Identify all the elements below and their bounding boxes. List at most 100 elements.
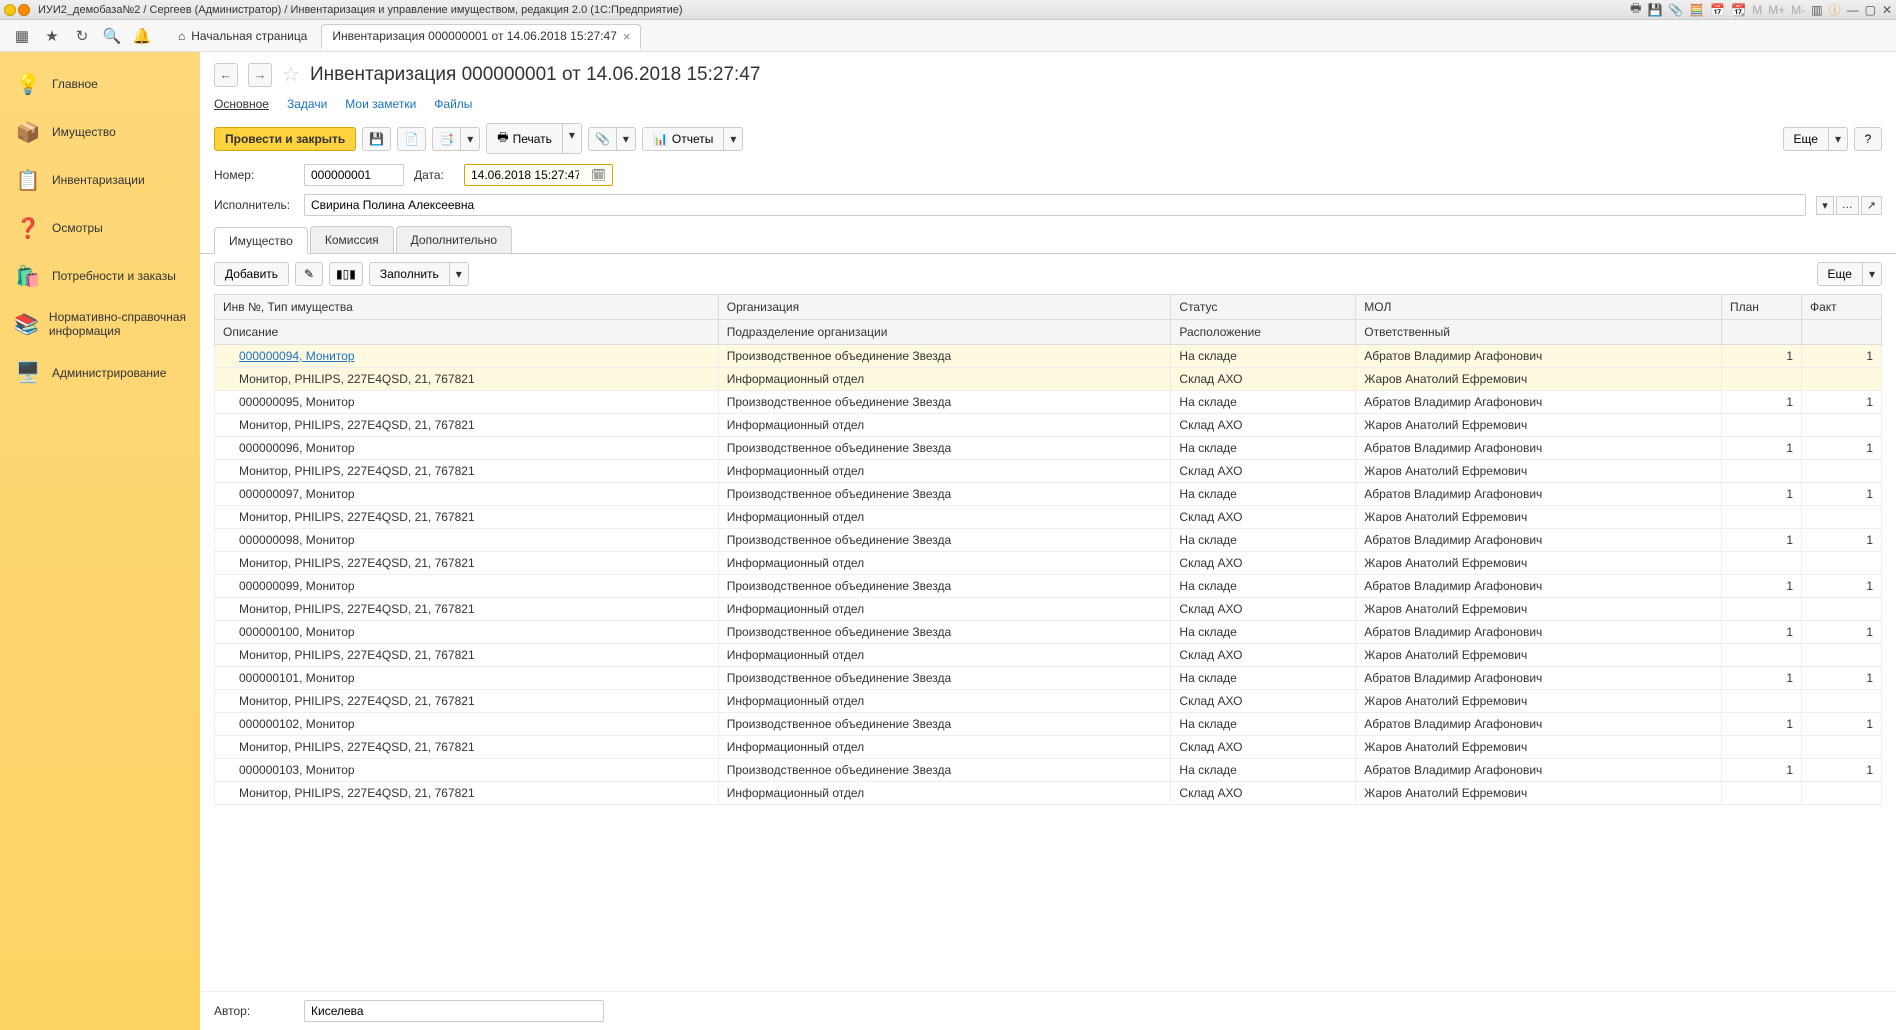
table-row[interactable]: 000000097, МониторПроизводственное объед… (215, 483, 1882, 506)
executor-input[interactable] (304, 194, 1806, 216)
ellipsis-icon[interactable]: … (1836, 196, 1859, 215)
close-window-icon[interactable]: ✕ (1882, 3, 1892, 17)
mode-mplus-icon[interactable]: M+ (1768, 3, 1785, 17)
attach-caret[interactable]: ▾ (616, 127, 636, 151)
tab-document[interactable]: Инвентаризация 000000001 от 14.06.2018 1… (321, 24, 641, 49)
content-tab-commission[interactable]: Комиссия (310, 226, 394, 253)
table-row[interactable]: Монитор, PHILIPS, 227E4QSD, 21, 767821Ин… (215, 690, 1882, 713)
date-icon[interactable]: 📆 (1731, 3, 1746, 17)
table-row[interactable]: 000000094, МониторПроизводственное объед… (215, 345, 1882, 368)
help-button[interactable]: ? (1854, 127, 1882, 151)
apps-icon[interactable]: ▦ (8, 22, 36, 50)
sidebar-item-0[interactable]: 💡Главное (0, 60, 200, 108)
table-row[interactable]: 000000099, МониторПроизводственное объед… (215, 575, 1882, 598)
post-button[interactable]: 📄 (397, 127, 426, 151)
fill-label[interactable]: Заполнить (369, 262, 449, 286)
date-input[interactable] (465, 165, 585, 185)
col-plan[interactable]: План (1722, 295, 1802, 320)
print-caret[interactable]: ▾ (562, 123, 582, 154)
col-loc[interactable]: Расположение (1171, 320, 1356, 345)
col-fact[interactable]: Факт (1802, 295, 1882, 320)
table-row[interactable]: Монитор, PHILIPS, 227E4QSD, 21, 767821Ин… (215, 414, 1882, 437)
col-org[interactable]: Организация (718, 295, 1171, 320)
table-row[interactable]: Монитор, PHILIPS, 227E4QSD, 21, 767821Ин… (215, 460, 1882, 483)
table-row[interactable]: 000000098, МониторПроизводственное объед… (215, 529, 1882, 552)
history-icon[interactable]: ↻ (68, 22, 96, 50)
more-caret[interactable]: ▾ (1828, 127, 1848, 151)
table-row[interactable]: 000000102, МониторПроизводственное объед… (215, 713, 1882, 736)
col-resp[interactable]: Ответственный (1356, 320, 1722, 345)
table-row[interactable]: Монитор, PHILIPS, 227E4QSD, 21, 767821Ин… (215, 644, 1882, 667)
table-row[interactable]: Монитор, PHILIPS, 227E4QSD, 21, 767821Ин… (215, 782, 1882, 805)
calendar-icon[interactable]: 📅 (1710, 3, 1725, 17)
tab-home[interactable]: ⌂ Начальная страница (166, 25, 319, 47)
tool-icon[interactable]: 📎 (1668, 3, 1683, 17)
table-more-label[interactable]: Еще (1817, 262, 1862, 286)
confirm-close-button[interactable]: Провести и закрыть (214, 127, 356, 151)
sidebar-item-4[interactable]: 🛍️Потребности и заказы (0, 252, 200, 300)
content-tab-extra[interactable]: Дополнительно (396, 226, 512, 253)
favorite-icon[interactable]: ★ (38, 22, 66, 50)
save-doc-button[interactable]: 💾 (362, 127, 391, 151)
sidebar-item-6[interactable]: 🖥️Администрирование (0, 349, 200, 397)
col-status[interactable]: Статус (1171, 295, 1356, 320)
open-exec-icon[interactable]: ↗ (1861, 196, 1882, 215)
nav-back-button[interactable]: ← (214, 63, 238, 87)
sidebar-item-5[interactable]: 📚Нормативно-справочная информация (0, 300, 200, 349)
print-button[interactable]: 🖶Печать ▾ (486, 123, 582, 154)
fill-button[interactable]: Заполнить ▾ (369, 262, 469, 286)
sidebar-item-3[interactable]: ❓Осмотры (0, 204, 200, 252)
mode-mminus-icon[interactable]: M- (1791, 3, 1805, 17)
col-mol[interactable]: МОЛ (1356, 295, 1722, 320)
content-tab-assets[interactable]: Имущество (214, 227, 308, 254)
table-row[interactable]: 000000095, МониторПроизводственное объед… (215, 391, 1882, 414)
mode-m-icon[interactable]: M (1752, 3, 1762, 17)
table-row[interactable]: 000000101, МониторПроизводственное объед… (215, 667, 1882, 690)
calc-icon[interactable]: 🧮 (1689, 3, 1704, 17)
more-label[interactable]: Еще (1783, 127, 1828, 151)
subtab-notes[interactable]: Мои заметки (345, 97, 416, 111)
subtab-files[interactable]: Файлы (434, 97, 472, 111)
subtab-main[interactable]: Основное (214, 97, 269, 111)
favorite-toggle-icon[interactable]: ☆ (282, 62, 300, 87)
notifications-icon[interactable]: 🔔 (128, 22, 156, 50)
table-row[interactable]: 000000103, МониторПроизводственное объед… (215, 759, 1882, 782)
search-icon[interactable]: 🔍 (98, 22, 126, 50)
nav-forward-button[interactable]: → (248, 63, 272, 87)
maximize-icon[interactable]: ▢ (1865, 3, 1876, 17)
save-icon[interactable]: 💾 (1647, 3, 1662, 17)
info-icon[interactable]: ⓘ (1829, 1, 1841, 18)
sidebar-item-2[interactable]: 📋Инвентаризации (0, 156, 200, 204)
table-row[interactable]: Монитор, PHILIPS, 227E4QSD, 21, 767821Ин… (215, 368, 1882, 391)
table-row[interactable]: Монитор, PHILIPS, 227E4QSD, 21, 767821Ин… (215, 598, 1882, 621)
table-row[interactable]: 000000096, МониторПроизводственное объед… (215, 437, 1882, 460)
table-row[interactable]: Монитор, PHILIPS, 227E4QSD, 21, 767821Ин… (215, 552, 1882, 575)
create-based-button[interactable]: 📑 ▾ (432, 127, 480, 151)
attach-icon[interactable]: 📎 (588, 127, 616, 151)
close-tab-icon[interactable]: × (623, 29, 631, 44)
sidebar-item-1[interactable]: 📦Имущество (0, 108, 200, 156)
table-more-button[interactable]: Еще ▾ (1817, 262, 1882, 286)
barcode-button[interactable]: ▮▯▮ (329, 262, 363, 286)
table-more-caret[interactable]: ▾ (1862, 262, 1882, 286)
create-based-icon[interactable]: 📑 (432, 127, 460, 151)
number-input[interactable] (304, 164, 404, 186)
print-icon[interactable]: 🖶 (1630, 0, 1641, 20)
select-exec-icon[interactable]: ▾ (1816, 196, 1834, 215)
edit-row-button[interactable]: ✎ (295, 262, 323, 286)
reports-caret[interactable]: ▾ (723, 127, 743, 151)
table-row[interactable]: 000000100, МониторПроизводственное объед… (215, 621, 1882, 644)
panels-icon[interactable]: ▥ (1811, 3, 1822, 17)
reports-button[interactable]: 📊Отчеты ▾ (642, 127, 743, 151)
attach-button[interactable]: 📎 ▾ (588, 127, 636, 151)
col-desc[interactable]: Описание (215, 320, 719, 345)
table-row[interactable]: Монитор, PHILIPS, 227E4QSD, 21, 767821Ин… (215, 736, 1882, 759)
table-row[interactable]: Монитор, PHILIPS, 227E4QSD, 21, 767821Ин… (215, 506, 1882, 529)
minimize-icon[interactable]: — (1847, 3, 1859, 17)
col-dept[interactable]: Подразделение организации (718, 320, 1171, 345)
col-inv[interactable]: Инв №, Тип имущества (215, 295, 719, 320)
fill-caret[interactable]: ▾ (449, 262, 469, 286)
add-row-button[interactable]: Добавить (214, 262, 289, 286)
more-button[interactable]: Еще ▾ (1783, 127, 1848, 151)
calendar-button-icon[interactable]: 🗓 (585, 166, 612, 184)
